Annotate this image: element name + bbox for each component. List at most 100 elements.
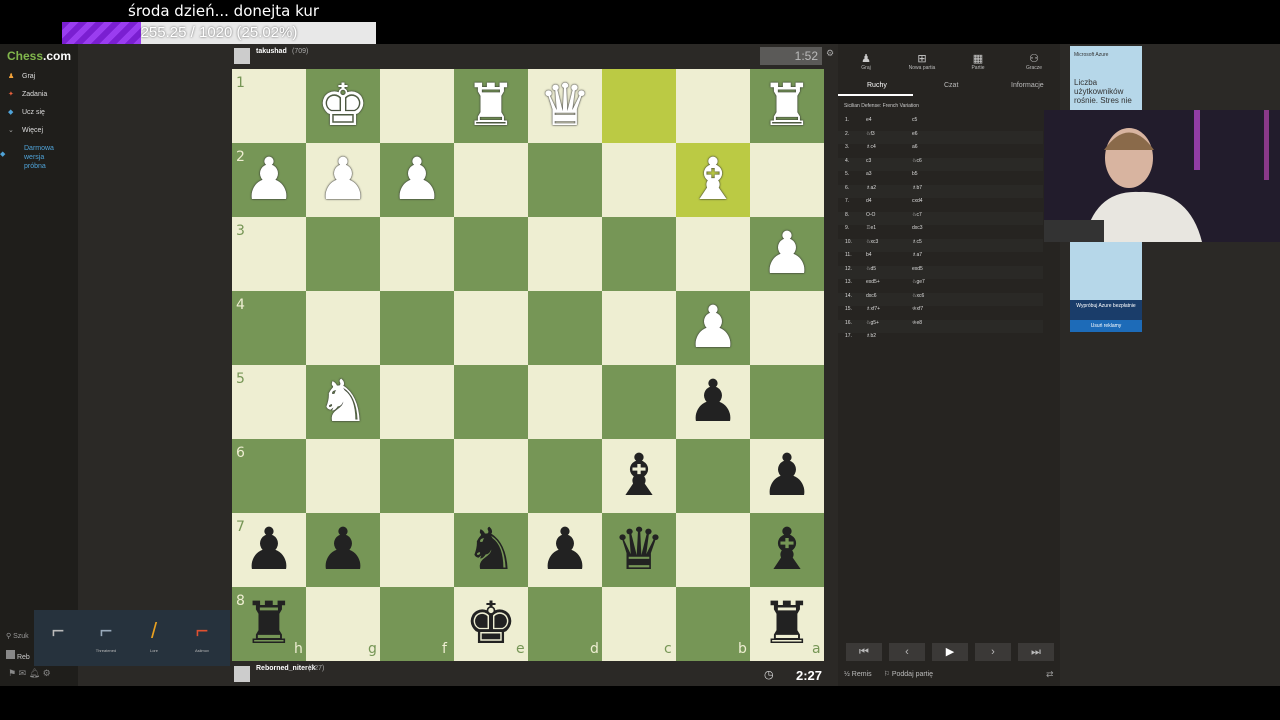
board-square[interactable] (750, 143, 824, 217)
black-queen-icon[interactable]: ♛ (602, 513, 676, 587)
remove-ads-button[interactable]: Usuń reklamy (1070, 320, 1142, 332)
black-move[interactable]: cxd4 (912, 198, 923, 204)
prev-move-button[interactable]: ‹ (889, 643, 925, 661)
board-square[interactable] (380, 69, 454, 143)
board-square[interactable] (676, 513, 750, 587)
black-move[interactable]: b5 (912, 171, 918, 177)
top-player-name[interactable]: takushad (256, 48, 287, 55)
white-pawn-icon[interactable]: ♟ (380, 143, 454, 217)
tab-new-game[interactable]: ⊞ Nowa partia (902, 52, 942, 71)
board-square[interactable] (750, 291, 824, 365)
sidebar-item-more[interactable]: ⌄ Więcej (8, 126, 43, 134)
black-move[interactable]: c5 (912, 117, 917, 123)
board-square[interactable] (528, 143, 602, 217)
avatar[interactable] (234, 48, 250, 64)
chesscom-logo[interactable]: Chess.com (7, 49, 71, 63)
tab-players[interactable]: ⚇ Gracze (1014, 52, 1054, 71)
black-move[interactable]: ♔xf7 (912, 306, 923, 312)
board-square[interactable] (602, 69, 676, 143)
avatar[interactable] (234, 666, 250, 682)
white-move[interactable]: ♗a2 (866, 185, 876, 191)
white-move[interactable]: ♘g5+ (866, 320, 879, 326)
tab-chat[interactable]: Czat (944, 82, 958, 89)
black-rook-icon[interactable]: ♜ (750, 587, 824, 661)
black-move[interactable]: ♔e8 (912, 320, 922, 326)
sidebar-item-play[interactable]: ♟ Graj (8, 72, 35, 80)
black-pawn-icon[interactable]: ♟ (232, 513, 306, 587)
resign-button[interactable]: ⚐ Poddaj partię (884, 671, 934, 678)
white-move[interactable]: e4 (866, 117, 872, 123)
white-pawn-icon[interactable]: ♟ (750, 217, 824, 291)
white-rook-icon[interactable]: ♜ (454, 69, 528, 143)
white-move[interactable]: a3 (866, 171, 872, 177)
board-square[interactable] (306, 217, 380, 291)
mail-icon[interactable]: ✉ (19, 668, 27, 678)
board-square[interactable] (602, 217, 676, 291)
white-move[interactable]: b4 (866, 252, 872, 258)
white-pawn-icon[interactable]: ♟ (676, 291, 750, 365)
black-pawn-icon[interactable]: ♟ (750, 439, 824, 513)
flag-icon[interactable]: ⚑ (8, 668, 16, 678)
white-move[interactable]: ♘f3 (866, 131, 875, 137)
board-square[interactable] (528, 291, 602, 365)
flip-board-icon[interactable]: ⇄ (1046, 669, 1054, 680)
tab-moves[interactable]: Ruchy (867, 82, 887, 89)
white-move[interactable]: exd5+ (866, 279, 880, 285)
board-square[interactable] (454, 291, 528, 365)
tab-info[interactable]: Informacje (1011, 82, 1044, 89)
tab-play[interactable]: ♟ Graj (846, 52, 886, 71)
settings-gear-icon[interactable]: ⚙ (826, 48, 834, 59)
next-move-button[interactable]: › (975, 643, 1011, 661)
first-move-button[interactable]: ⏮ (846, 643, 882, 661)
board-square[interactable] (380, 513, 454, 587)
free-trial-link[interactable]: ◆ Darmowa wersja próbna (0, 144, 54, 171)
black-move[interactable]: ♘xc6 (912, 293, 924, 299)
white-king-icon[interactable]: ♚ (306, 69, 380, 143)
sidebar-user[interactable]: Reb (6, 650, 30, 661)
tab-games[interactable]: ▦ Partie (958, 52, 998, 71)
black-move[interactable]: ♘ge7 (912, 279, 925, 285)
board-square[interactable] (380, 217, 454, 291)
black-move[interactable]: e6 (912, 131, 918, 137)
board-square[interactable] (454, 217, 528, 291)
black-move[interactable]: exd5 (912, 266, 923, 272)
white-move[interactable]: ♘d5 (866, 266, 876, 272)
white-move[interactable]: ♖e1 (866, 225, 876, 231)
white-knight-icon[interactable]: ♞ (306, 365, 380, 439)
black-move[interactable]: ♗b7 (912, 185, 922, 191)
bell-icon[interactable]: 🔔︎ (29, 668, 40, 678)
black-knight-icon[interactable]: ♞ (454, 513, 528, 587)
white-move[interactable]: ♗xf7+ (866, 306, 880, 312)
last-move-button[interactable]: ⏭ (1018, 643, 1054, 661)
white-pawn-icon[interactable]: ♟ (306, 143, 380, 217)
black-move[interactable]: a6 (912, 144, 918, 150)
board-square[interactable] (306, 439, 380, 513)
board-square[interactable] (676, 217, 750, 291)
opening-name[interactable]: Sicilian Defense: French Variation (844, 103, 919, 109)
white-rook-icon[interactable]: ♜ (750, 69, 824, 143)
board-square[interactable] (602, 291, 676, 365)
board-square[interactable] (380, 291, 454, 365)
black-move[interactable]: ♘c7 (912, 212, 922, 218)
board-square[interactable] (528, 217, 602, 291)
white-move[interactable]: ♗b2 (866, 333, 876, 339)
white-move[interactable]: d4 (866, 198, 872, 204)
white-queen-icon[interactable]: ♛ (528, 69, 602, 143)
board-square[interactable] (602, 365, 676, 439)
sidebar-item-learn[interactable]: ◆ Ucz się (8, 108, 45, 116)
black-pawn-icon[interactable]: ♟ (528, 513, 602, 587)
board-square[interactable] (380, 439, 454, 513)
board-square[interactable] (306, 291, 380, 365)
board-square[interactable] (676, 439, 750, 513)
board-square[interactable] (454, 143, 528, 217)
white-move[interactable]: c3 (866, 158, 871, 164)
white-bishop-icon[interactable]: ♝ (676, 143, 750, 217)
black-move[interactable]: dxc3 (912, 225, 923, 231)
black-pawn-icon[interactable]: ♟ (676, 365, 750, 439)
bottom-player-name[interactable]: Reborned_niterek (256, 665, 316, 672)
black-rook-icon[interactable]: ♜ (232, 587, 306, 661)
board-square[interactable] (528, 365, 602, 439)
board-square[interactable] (676, 69, 750, 143)
black-move[interactable]: ♗c5 (912, 239, 922, 245)
white-pawn-icon[interactable]: ♟ (232, 143, 306, 217)
